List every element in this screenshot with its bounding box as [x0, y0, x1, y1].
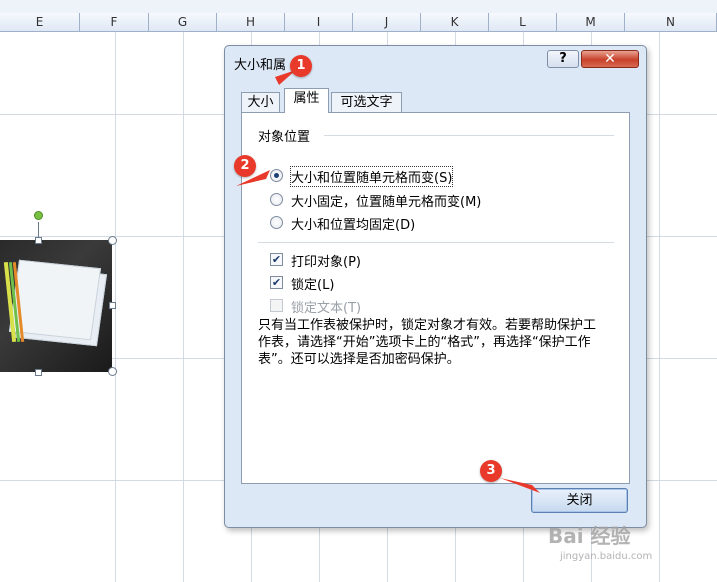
annotation-badge-3: 3 — [480, 460, 502, 482]
watermark-logo: Bai 经验 — [548, 524, 631, 548]
annotation-arrows — [236, 70, 540, 493]
annotation-badge-1: 1 — [290, 55, 312, 77]
annotation-badge-2: 2 — [234, 155, 256, 177]
arrow-3 — [500, 478, 540, 493]
watermark-url: jingyan.baidu.com — [560, 551, 653, 562]
